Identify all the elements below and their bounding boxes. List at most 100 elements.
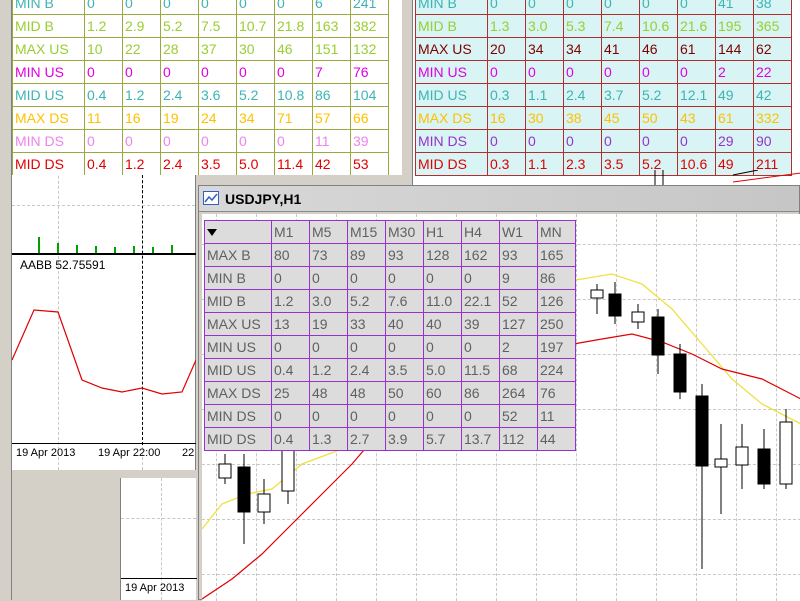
table-row: MID DS 0.4 1.3 2.7 3.9 5.7 13.7 112 44 xyxy=(204,427,576,451)
triangle-down-icon[interactable] xyxy=(204,220,272,244)
table-cell: 46 xyxy=(274,37,313,61)
table-cell: 0 xyxy=(423,335,462,359)
table-cell: 24 xyxy=(198,106,237,130)
row-label: MID US xyxy=(12,83,85,107)
row-label: MIN DS xyxy=(204,404,272,428)
table-cell: 0 xyxy=(563,60,602,84)
table-cell: 0 xyxy=(271,266,310,290)
table-cell: 7.4 xyxy=(601,14,640,38)
table-cell: 224 xyxy=(537,358,576,382)
table-row: MIN US 0 0 0 0 0 0 7 76 xyxy=(12,60,389,84)
price-chart[interactable]: M1 M5 M15 M30 H1 H4 W1 MN MAX B 80 73 89 93 128 162 93 1… xyxy=(202,214,800,601)
table-cell: 50 xyxy=(385,381,424,405)
table-cell: 0 xyxy=(160,129,199,153)
row-label: MIN DS xyxy=(12,129,85,153)
table-cell: 50 xyxy=(639,106,678,130)
table-cell: 250 xyxy=(537,312,576,336)
table-cell: 11 xyxy=(312,129,351,153)
table-cell: 0 xyxy=(122,60,161,84)
table-header-row: M1 M5 M15 M30 H1 H4 W1 MN xyxy=(204,220,576,244)
table-cell: 0 xyxy=(84,0,123,15)
table-cell: 60 xyxy=(423,381,462,405)
table-cell: 1.2 xyxy=(271,289,310,313)
table-cell: 1.3 xyxy=(487,14,526,38)
table-cell: 0 xyxy=(525,60,564,84)
table-row: MAX DS 16 30 38 45 50 43 61 332 xyxy=(415,106,792,130)
table-cell: 0 xyxy=(274,129,313,153)
table-cell: 0 xyxy=(347,404,386,428)
table-cell: 10 xyxy=(84,37,123,61)
table-cell: 264 xyxy=(499,381,538,405)
table-row: MAX US 20 34 34 41 46 61 144 62 xyxy=(415,37,792,61)
table-cell: 0 xyxy=(639,0,678,15)
table-cell: 6 xyxy=(312,0,351,15)
stats-table-top-left: MIN B 0 0 0 0 0 0 6 241 MID B 1.2 2.9 5.2 7.5 10.7 21.8… xyxy=(12,0,389,175)
column-header: M5 xyxy=(309,220,348,244)
table-cell: 0 xyxy=(487,129,526,153)
column-header: W1 xyxy=(499,220,538,244)
table-cell: 22.1 xyxy=(461,289,500,313)
table-cell: 44 xyxy=(537,427,576,451)
window-title-bar[interactable]: USDJPY,H1 xyxy=(199,186,799,212)
table-row: MID B 1.3 3.0 5.3 7.4 10.6 21.6 195 365 xyxy=(415,14,792,38)
table-row: MAX B 80 73 89 93 128 162 93 165 xyxy=(204,243,576,267)
row-label: MID B xyxy=(204,289,272,313)
indicator-line xyxy=(12,309,196,395)
table-cell: 52 xyxy=(499,289,538,313)
table-cell: 7.6 xyxy=(385,289,424,313)
table-cell: 0 xyxy=(198,60,237,84)
grid-line xyxy=(12,205,195,206)
table-cell: 33 xyxy=(347,312,386,336)
row-label: MID B xyxy=(12,14,85,38)
table-row: MID US 0.3 1.1 2.4 3.7 5.2 12.1 49 42 xyxy=(415,83,792,107)
table-cell: 1.1 xyxy=(525,83,564,107)
row-label: MID US xyxy=(204,358,272,382)
table-cell: 165 xyxy=(537,243,576,267)
table-cell: 104 xyxy=(350,83,389,107)
table-cell: 86 xyxy=(461,381,500,405)
table-cell: 13 xyxy=(271,312,310,336)
table-cell: 365 xyxy=(753,14,792,38)
table-cell: 46 xyxy=(639,37,678,61)
column-header: M30 xyxy=(385,220,424,244)
table-cell: 10.6 xyxy=(639,14,678,38)
table-cell: 30 xyxy=(236,37,275,61)
window-title: USDJPY,H1 xyxy=(225,191,302,207)
table-cell: 128 xyxy=(423,243,462,267)
table-cell: 93 xyxy=(385,243,424,267)
table-cell: 1.2 xyxy=(122,83,161,107)
table-cell: 34 xyxy=(563,37,602,61)
table-cell: 13.7 xyxy=(461,427,500,451)
candle-fragments xyxy=(654,170,800,185)
table-cell: 0 xyxy=(385,404,424,428)
table-cell: 0 xyxy=(236,0,275,15)
table-cell: 197 xyxy=(537,335,576,359)
table-cell: 43 xyxy=(677,106,716,130)
table-row: MIN B 0 0 0 0 0 0 41 38 xyxy=(415,0,792,15)
table-cell: 11 xyxy=(84,106,123,130)
lower-left-chart[interactable]: 19 Apr 2013 xyxy=(120,478,197,600)
window-frame xyxy=(0,0,12,600)
table-cell: 1.2 xyxy=(84,14,123,38)
table-cell: 21.8 xyxy=(274,14,313,38)
table-cell: 3.6 xyxy=(198,83,237,107)
table-cell: 0 xyxy=(84,60,123,84)
table-row: MAX DS 11 16 19 24 34 71 57 66 xyxy=(12,106,389,130)
row-label: MAX DS xyxy=(12,106,85,130)
top-right-panel: MIN B 0 0 0 0 0 0 41 38 MID B 1.3 3.0 5.3 7.4 10.6 21.6… xyxy=(412,0,800,185)
top-left-panel: MIN B 0 0 0 0 0 0 6 241 MID B 1.2 2.9 5.2 7.5 10.7 21.8… xyxy=(12,0,402,175)
table-row: MIN DS 0 0 0 0 0 0 11 39 xyxy=(12,129,389,153)
table-cell: 40 xyxy=(385,312,424,336)
table-cell: 7 xyxy=(312,60,351,84)
table-cell: 20 xyxy=(487,37,526,61)
table-cell: 11.0 xyxy=(423,289,462,313)
table-cell: 2.4 xyxy=(347,358,386,382)
usdjpy-chart-window[interactable]: USDJPY,H1 M1 M5 M15 M30 H1 H4 W1 MN MAX … xyxy=(198,185,800,601)
table-cell: 0 xyxy=(198,129,237,153)
table-cell: 0 xyxy=(461,335,500,359)
table-cell: 61 xyxy=(715,106,754,130)
table-row: MID US 0.4 1.2 2.4 3.5 5.0 11.5 68 224 xyxy=(204,358,576,382)
table-cell: 22 xyxy=(753,60,792,84)
table-cell: 1.2 xyxy=(309,358,348,382)
table-cell: 22 xyxy=(122,37,161,61)
